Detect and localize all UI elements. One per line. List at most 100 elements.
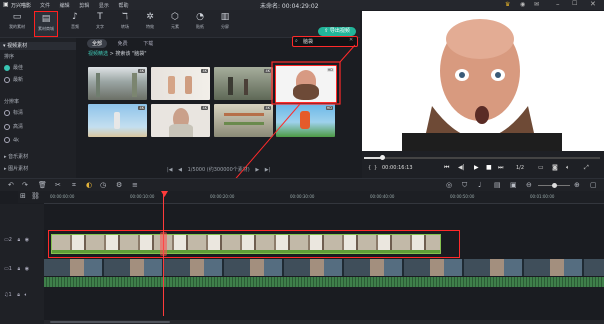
search-value: 脑袋 [303,39,314,45]
render-icon[interactable]: ◎ [446,181,452,189]
mark-out-icon[interactable]: } [374,165,377,171]
eye-icon[interactable]: ◉ [25,266,29,272]
ruler-mark: 00:00:50:00 [450,194,475,199]
sort-option-newest[interactable]: 最新 [4,76,23,83]
sort-option-best[interactable]: 最佳 [4,64,23,71]
thumbnail-bearded-man[interactable]: HD [275,65,337,103]
first-page-icon[interactable]: |◀ [167,167,173,173]
clip-audio-waveform[interactable] [44,277,604,287]
minimize-icon[interactable]: – [556,0,560,8]
clip-bearded-man[interactable] [51,234,441,254]
camera-icon[interactable]: ◙ [552,164,558,171]
menu-file[interactable]: 文件 [40,3,50,9]
thumbnail-surprised-woman[interactable]: 4K [151,104,210,137]
mute-icon[interactable]: 🔈︎ [25,292,28,298]
preview-frame-bearded-man [362,11,604,151]
breadcrumb-root[interactable]: 视频精选 [88,51,108,57]
next-page-icon[interactable]: ▶ [255,167,259,173]
menu-help[interactable]: 帮助 [118,3,128,9]
thumbnail-supermarket-aisle[interactable]: 4K [88,67,147,100]
play-icon[interactable]: ▶ [474,164,479,171]
tool-audio[interactable]: ♪ 音频 [64,12,86,30]
fullscreen-icon[interactable]: ⤢ [584,164,589,172]
timeline-tracks [44,191,604,324]
lock-icon[interactable]: 🔒︎ [18,266,21,272]
mic-icon[interactable]: ♩ [478,181,481,189]
resolution-4k[interactable]: 4k [4,137,19,144]
resolution-hd[interactable]: 高清 [4,123,23,130]
thumbnail-person-jumping[interactable]: 4K [88,104,147,137]
next-frame-icon[interactable]: ⏭ [498,164,503,172]
speed-icon[interactable]: ◷ [100,181,106,189]
menu-view[interactable]: 显示 [99,3,109,9]
timeline-ruler[interactable]: 00:00:00:00 00:00:10:00 00:00:20:00 00:0… [44,191,604,204]
clear-icon[interactable]: ✕ [349,37,353,43]
music-library-item[interactable]: ▸ 音乐素材 [4,153,28,160]
lock-icon[interactable]: 🔒︎ [17,292,20,298]
tool-elements[interactable]: ⬡ 元素 [164,12,186,30]
preview-ratio[interactable]: 1/2 [516,165,524,171]
add-track-icon[interactable]: ⊞ [20,192,26,200]
step-back-icon[interactable]: ◀| [458,164,465,171]
clip-main-video[interactable] [44,259,604,276]
tab-all[interactable]: 全部 [87,39,108,48]
link-icon[interactable]: ⛓ [31,192,40,200]
tool-text[interactable]: T 文字 [89,12,111,30]
tool-split-screen[interactable]: ▥ 分屏 [214,12,236,30]
marker-icon[interactable]: ⛉ [462,181,467,190]
prev-page-icon[interactable]: ◀ [178,167,182,173]
image-library-item[interactable]: ▸ 图片素材 [4,165,28,172]
notification-icon[interactable]: ✉ [534,1,539,8]
track-header-video-1: ▭1 🔒︎ ◉ [4,266,30,272]
ruler-mark: 00:00:20:00 [210,194,235,199]
eye-icon[interactable]: ◉ [25,237,29,243]
lock-icon[interactable]: 🔒︎ [18,237,21,243]
tab-free[interactable]: 免费 [113,39,133,48]
color-icon[interactable]: ◐ [86,181,92,189]
last-page-icon[interactable]: ▶| [265,167,271,173]
redo-icon[interactable]: ↷ [22,181,28,189]
timeline-scrollbar[interactable] [44,320,604,324]
maximize-icon[interactable]: ☐ [572,0,577,7]
scissors-icon[interactable]: ✂ [55,181,61,189]
playhead-handle[interactable] [160,232,167,256]
undo-icon[interactable]: ↶ [8,181,14,189]
volume-icon[interactable]: 🔈︎ [566,164,570,172]
thumbnail-soccer-player[interactable]: HD [276,104,335,137]
crop-icon[interactable]: ⌗ [72,181,76,190]
stop-icon[interactable]: ■ [486,164,492,171]
tool-media-store[interactable]: ▤ 素材商城 [34,11,58,37]
display-icon[interactable]: ▭ [538,164,544,171]
zoom-out-icon[interactable]: ⊖ [526,181,532,189]
fit-icon[interactable]: ▢ [590,181,597,189]
account-icon[interactable]: ◉ [520,1,525,8]
close-icon[interactable]: ✕ [590,0,596,8]
tool-my-media[interactable]: ▭ 我的素材 [6,12,28,30]
prev-frame-icon[interactable]: ⏮ [444,164,449,172]
voiceover-icon[interactable]: ▤ [494,181,501,189]
resolution-sd[interactable]: 标清 [4,109,23,116]
pagination: |◀ ◀ 1/5000 (约300000个素材) ▶ ▶| [167,166,270,173]
crown-icon[interactable]: ♛ [505,1,510,8]
mark-in-icon[interactable]: { [368,165,371,171]
tool-effects[interactable]: ✲ 特效 [139,12,161,30]
music-icon: ♪ [72,12,78,22]
tool-stickers[interactable]: ◔ 贴纸 [189,12,211,30]
delete-icon[interactable]: 🗑︎ [38,181,47,189]
thumbnail-hands-gesture[interactable]: 4K [151,67,210,100]
menu-clip[interactable]: 剪辑 [79,3,89,9]
snapshot-icon[interactable]: ▣ [510,181,517,189]
video-library-header[interactable]: ▾ 视频素材 [0,42,76,50]
zoom-slider[interactable] [538,183,570,188]
zoom-in-icon[interactable]: ⊕ [574,181,580,189]
export-button[interactable]: ⇪ 导出视频 [318,27,356,36]
preview-scrubber[interactable] [364,155,600,160]
search-input[interactable]: ⌕ 脑袋 ✕ [292,36,358,47]
thumbnail-store-shelves[interactable]: 4K [214,104,273,137]
menu-edit[interactable]: 编辑 [60,3,70,9]
thumbnail-people-walking[interactable]: 4K [214,67,273,100]
edit-icon[interactable]: ≡ [132,181,138,189]
tool-transition[interactable]: ℸ 转场 [114,12,136,30]
tab-download[interactable]: 下载 [138,39,158,48]
audio-mix-icon[interactable]: ⚙ [116,181,122,189]
